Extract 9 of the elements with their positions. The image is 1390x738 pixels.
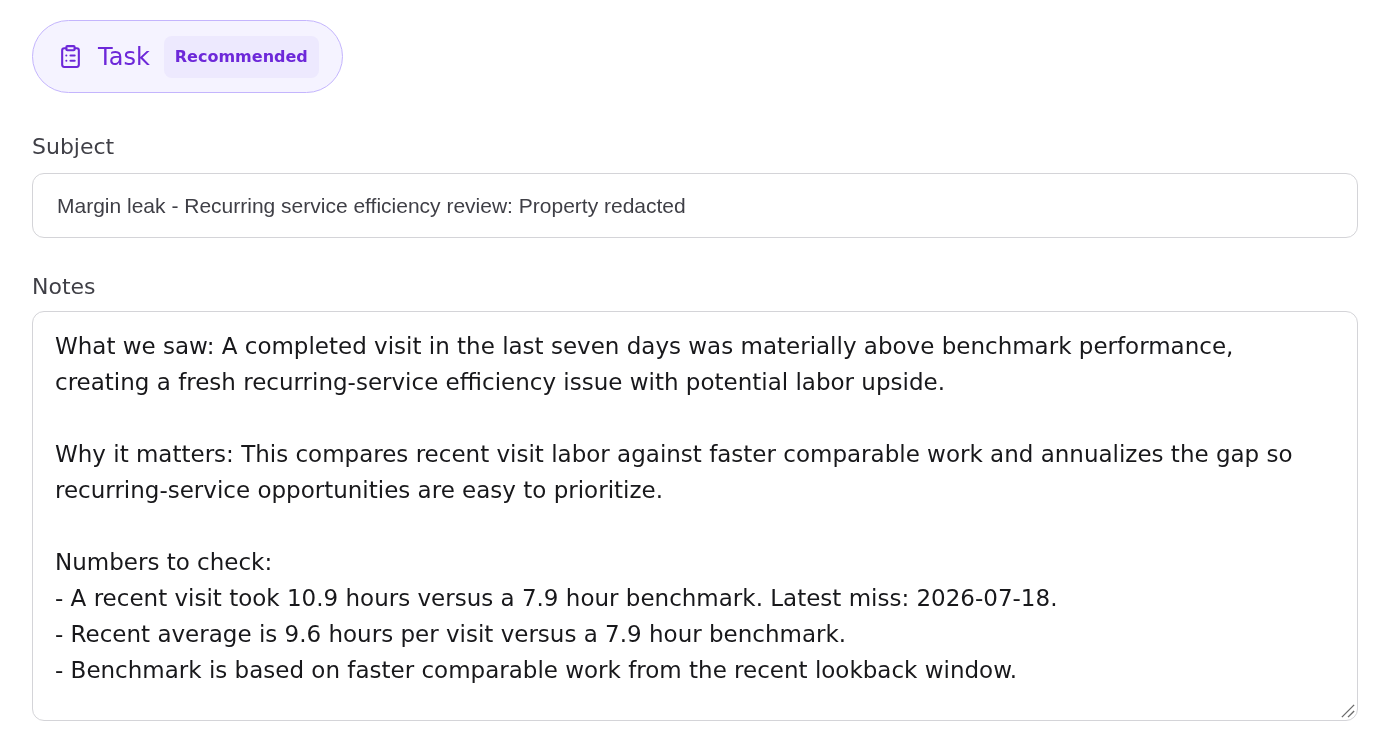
task-label: Task [98,44,150,69]
resize-handle-icon[interactable] [1341,704,1355,718]
task-chip[interactable]: Task Recommended [32,20,343,93]
subject-label: Subject [32,133,116,161]
recommended-badge: Recommended [163,35,319,78]
notes-text-area[interactable]: What we saw: A completed visit in the last seven days was materially above benchmark performance, creating a fresh recurring-service efficiency issue with potential labor upside. Why it matters: This compares recent visit labor against faster comparable work and annualizes the gap so recurring-service opportunities are easy to prioritize. Numbers to check: - A recent visit took 10.9 hours versus a 7.9 hour benchmark. Latest miss: 2026-07-18. - Recent average is 9.6 hours per visit versus a 7.9 hour benchmark. - Benchmark is based on faster comparable work from the recent lookback window. [32,311,1358,721]
notes-label: Notes [32,273,97,301]
clipboard-list-icon [58,44,83,69]
subject-input-field[interactable]: Margin leak - Recurring service efficiency review: Property redacted [32,173,1358,238]
